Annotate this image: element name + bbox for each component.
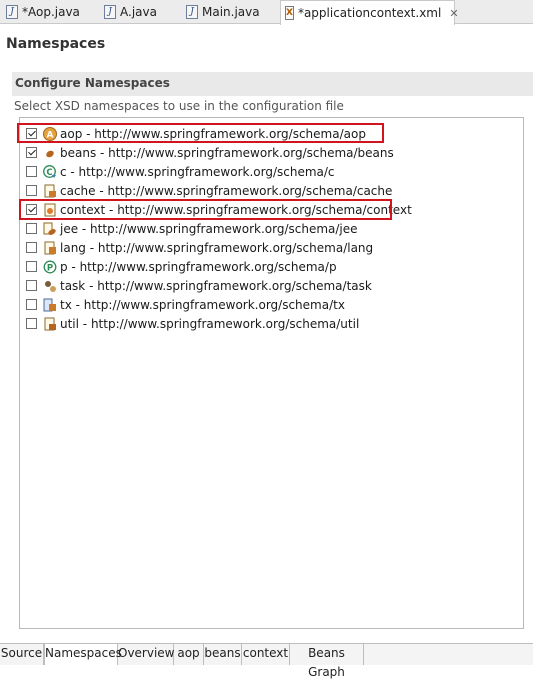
tab-a-java[interactable]: J A.java	[100, 0, 172, 24]
namespace-label: tx - http://www.springframework.org/sche…	[60, 297, 345, 312]
checkbox[interactable]	[26, 299, 37, 310]
jee-icon	[43, 222, 56, 235]
cache-icon	[44, 184, 56, 197]
namespace-label: jee - http://www.springframework.org/sch…	[60, 221, 358, 236]
svg-text:A: A	[47, 130, 54, 140]
java-file-icon: J	[6, 5, 18, 19]
checkbox[interactable]	[26, 204, 37, 215]
namespace-label: beans - http://www.springframework.org/s…	[60, 145, 394, 160]
namespace-label: c - http://www.springframework.org/schem…	[60, 164, 335, 179]
namespace-row-jee[interactable]: jee - http://www.springframework.org/sch…	[26, 219, 358, 238]
tab-source[interactable]: Source	[0, 644, 44, 665]
util-icon	[44, 317, 56, 330]
namespace-row-util[interactable]: util - http://www.springframework.org/sc…	[26, 314, 359, 333]
checkbox[interactable]	[26, 166, 37, 177]
namespace-label: task - http://www.springframework.org/sc…	[60, 278, 372, 293]
section-description: Select XSD namespaces to use in the conf…	[14, 99, 344, 113]
editor-tab-bar: J *Aop.java J A.java J Main.java X *appl…	[0, 0, 533, 25]
context-icon	[44, 203, 56, 216]
namespace-row-lang[interactable]: lang - http://www.springframework.org/sc…	[26, 238, 373, 257]
namespace-label: p - http://www.springframework.org/schem…	[60, 259, 337, 274]
namespace-row-c[interactable]: C c - http://www.springframework.org/sch…	[26, 162, 335, 181]
namespace-label: util - http://www.springframework.org/sc…	[60, 316, 360, 331]
tab-label: *applicationcontext.xml	[297, 6, 442, 20]
task-icon	[45, 280, 56, 292]
tab-main-java[interactable]: J Main.java	[182, 0, 272, 24]
namespace-row-aop[interactable]: A aop - http://www.springframework.org/s…	[26, 124, 366, 143]
beans-icon	[46, 150, 54, 157]
java-file-icon: J	[186, 5, 198, 19]
section-title: Configure Namespaces	[15, 76, 170, 90]
tab-label: *Aop.java	[22, 5, 80, 19]
tab-beans-graph[interactable]: Beans Graph	[290, 644, 364, 679]
svg-text:C: C	[46, 168, 52, 178]
section-header: Configure Namespaces	[12, 72, 533, 96]
tab-aop-java[interactable]: J *Aop.java	[2, 0, 90, 24]
aop-icon: A	[43, 126, 57, 141]
page-title: Namespaces	[6, 36, 106, 52]
tx-icon	[43, 298, 56, 311]
checkbox[interactable]	[26, 280, 37, 291]
tab-label: Main.java	[202, 5, 260, 19]
namespace-list: A aop - http://www.springframework.org/s…	[19, 117, 524, 629]
close-icon[interactable]: ✕	[449, 7, 458, 20]
checkbox[interactable]	[26, 261, 37, 272]
tab-overview[interactable]: Overview	[118, 644, 175, 665]
namespace-label: aop - http://www.springframework.org/sch…	[60, 126, 366, 141]
tab-label: A.java	[120, 5, 157, 19]
namespace-label: cache - http://www.springframework.org/s…	[60, 183, 393, 198]
tab-context[interactable]: context	[242, 644, 290, 665]
namespace-row-cache[interactable]: cache - http://www.springframework.org/s…	[26, 181, 392, 200]
checkbox[interactable]	[26, 128, 37, 139]
tab-namespaces[interactable]: Namespaces	[44, 644, 122, 665]
namespace-row-context[interactable]: context - http://www.springframework.org…	[26, 200, 412, 219]
namespace-row-tx[interactable]: tx - http://www.springframework.org/sche…	[26, 295, 345, 314]
namespace-row-p[interactable]: P p - http://www.springframework.org/sch…	[26, 257, 337, 276]
java-file-icon: J	[104, 5, 116, 19]
namespace-row-task[interactable]: task - http://www.springframework.org/sc…	[26, 276, 372, 295]
checkbox[interactable]	[26, 242, 37, 253]
checkbox[interactable]	[26, 147, 37, 158]
namespace-row-beans[interactable]: beans - http://www.springframework.org/s…	[26, 143, 394, 162]
checkbox[interactable]	[26, 185, 37, 196]
c-namespace-icon: C	[43, 164, 56, 178]
tab-beans[interactable]: beans	[204, 644, 242, 665]
tab-applicationcontext-xml[interactable]: X *applicationcontext.xml ✕	[280, 0, 459, 25]
namespace-label: lang - http://www.springframework.org/sc…	[60, 240, 374, 255]
checkbox[interactable]	[26, 318, 37, 329]
namespace-label: context - http://www.springframework.org…	[60, 202, 412, 217]
svg-text:P: P	[47, 263, 53, 273]
checkbox[interactable]	[26, 223, 37, 234]
p-namespace-icon: P	[43, 260, 57, 273]
editor-page-tabs: Source Namespaces Overview aop beans con…	[0, 643, 533, 679]
tab-aop[interactable]: aop	[174, 644, 204, 665]
lang-icon	[44, 241, 56, 254]
xml-file-icon: X	[285, 6, 294, 20]
